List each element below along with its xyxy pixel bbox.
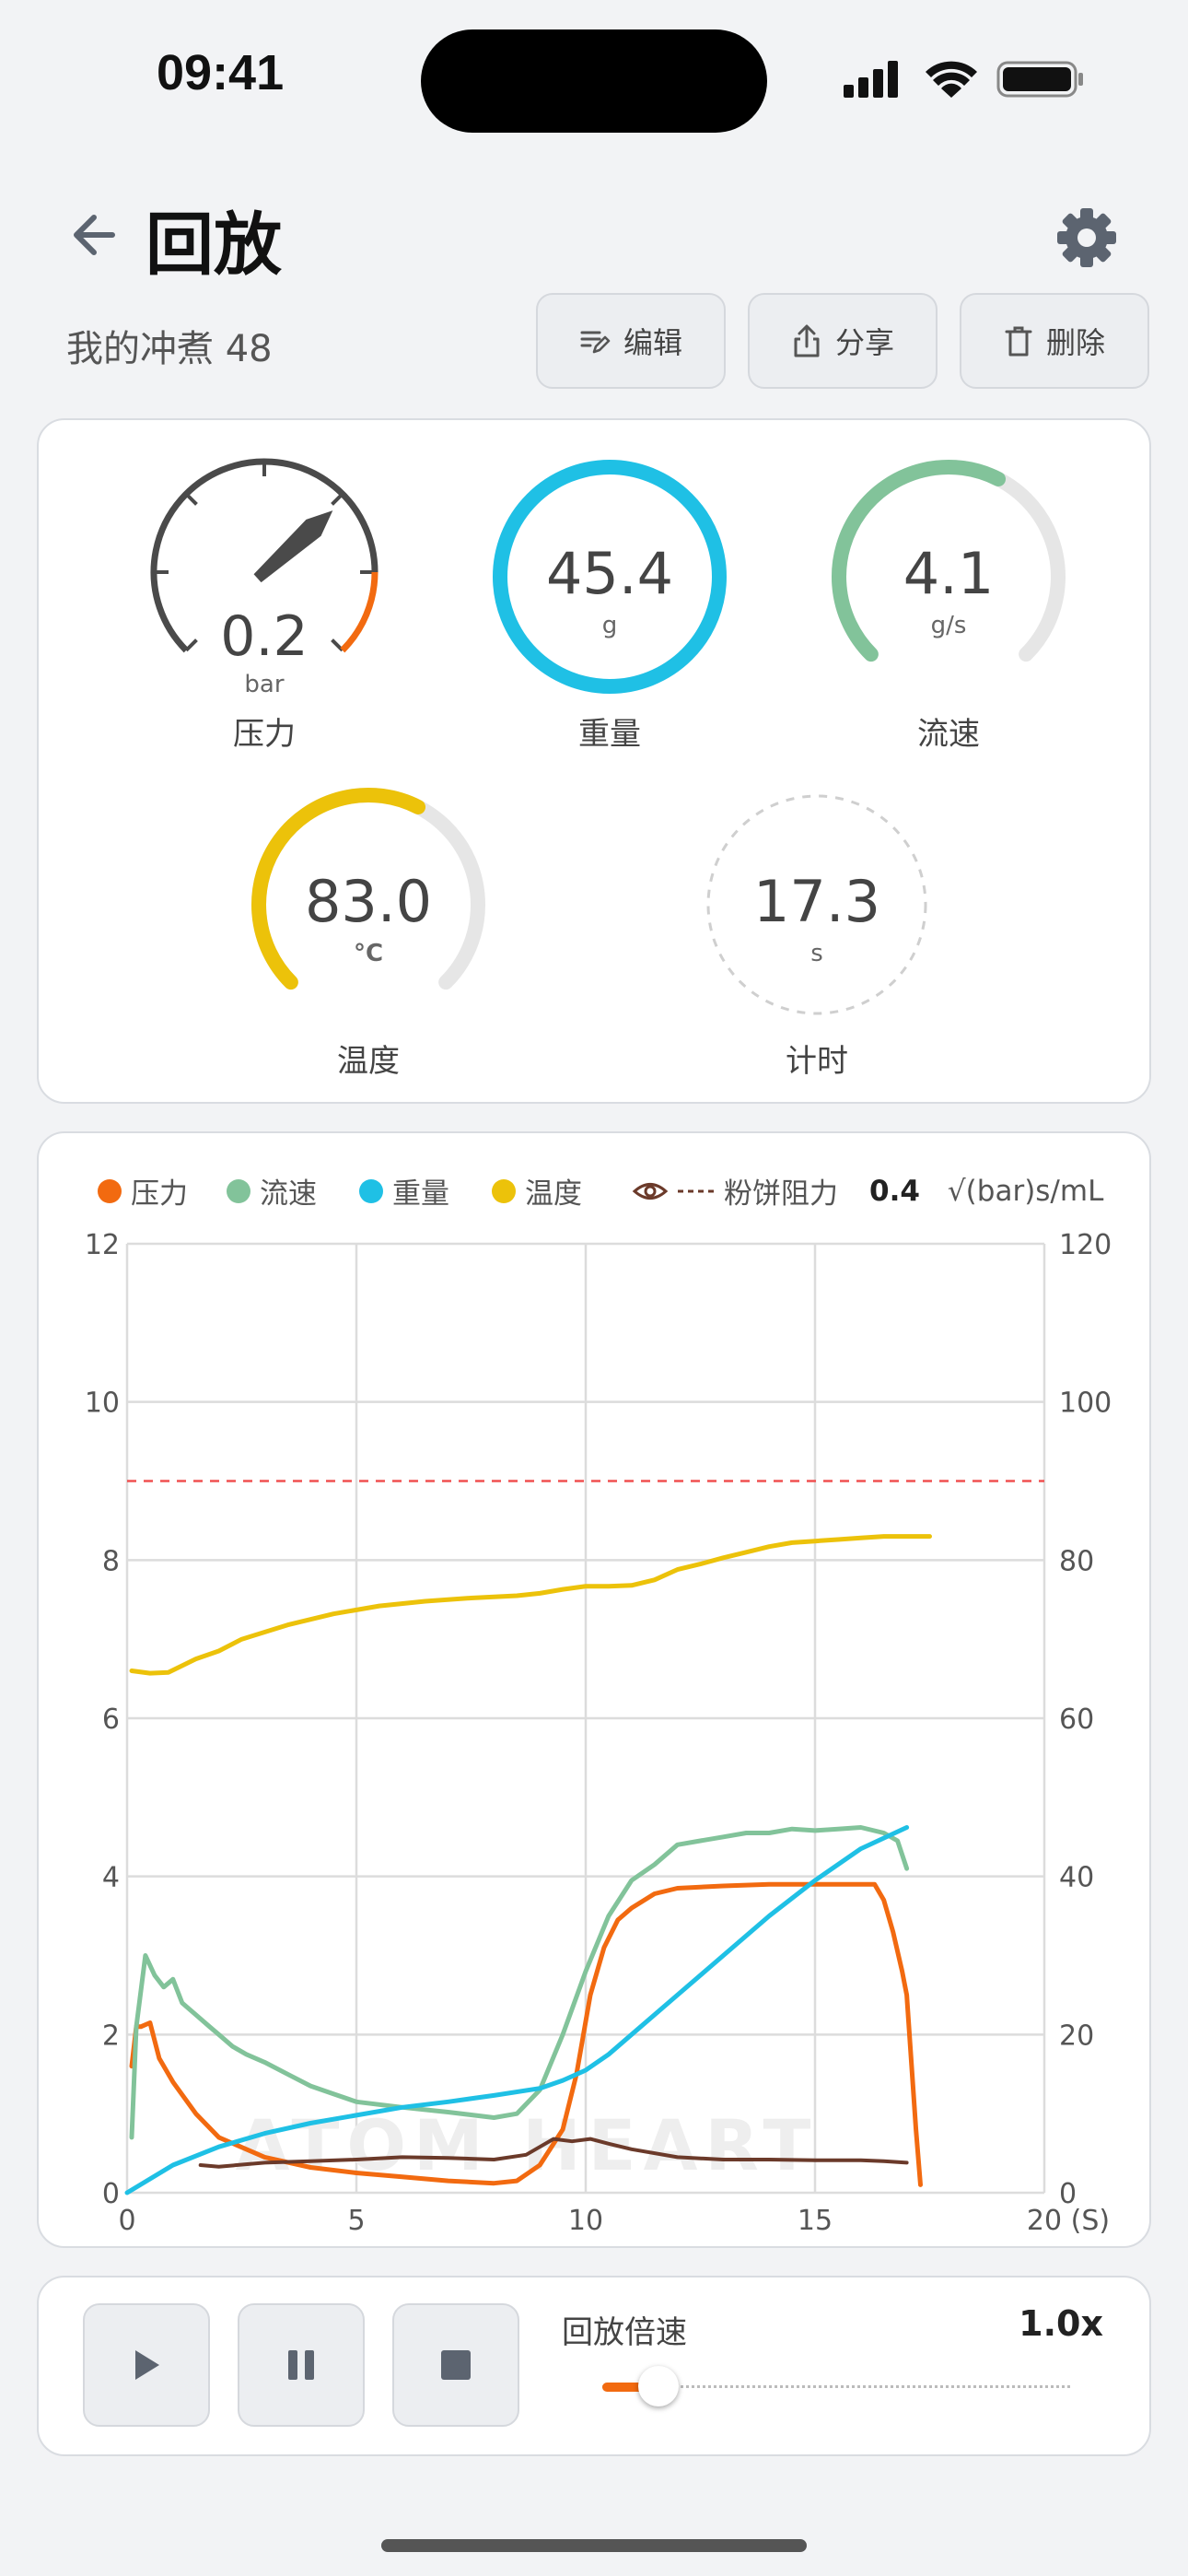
y-left-tick-label: 0 bbox=[102, 2178, 120, 2210]
speed-value: 1.0x bbox=[1019, 2303, 1103, 2344]
flow-label: 流速 bbox=[917, 716, 980, 753]
dynamic-island bbox=[421, 29, 767, 133]
y-left-tick-label: 2 bbox=[102, 2020, 120, 2052]
stop-button[interactable] bbox=[392, 2303, 519, 2427]
y-left-tick-label: 12 bbox=[85, 1229, 120, 1261]
delete-label: 删除 bbox=[1045, 325, 1105, 360]
temperature-value: 83.0 bbox=[304, 868, 433, 935]
back-arrow-icon[interactable] bbox=[64, 203, 129, 267]
trash-icon bbox=[1005, 326, 1032, 357]
timer-unit: s bbox=[810, 940, 823, 967]
status-icons bbox=[844, 61, 1083, 98]
brew-name: 我的冲煮 48 bbox=[66, 328, 273, 370]
brew-action-row: 我的冲煮 48 编辑 分享 删除 bbox=[0, 293, 1188, 394]
chart-card: 压力 流速 重量 温度 粉饼阻力 0.4 √(bar)s/mL ATOM HEA… bbox=[37, 1131, 1151, 2248]
chart-grid bbox=[125, 1242, 1046, 2195]
weight-value: 45.4 bbox=[545, 540, 674, 607]
y-left-tick-label: 4 bbox=[102, 1862, 120, 1894]
edit-button[interactable]: 编辑 bbox=[536, 293, 726, 389]
temperature-unit: °C bbox=[353, 940, 384, 967]
delete-button[interactable]: 删除 bbox=[960, 293, 1149, 389]
temperature-label: 温度 bbox=[337, 1043, 400, 1080]
y-left-tick-label: 10 bbox=[85, 1388, 120, 1420]
y-right-tick-label: 20 bbox=[1059, 2020, 1094, 2052]
pressure-needle bbox=[253, 510, 333, 583]
x-tick-label: 15 bbox=[798, 2205, 833, 2237]
timer-value: 17.3 bbox=[752, 868, 881, 935]
slider-thumb[interactable] bbox=[637, 2366, 679, 2406]
play-button[interactable] bbox=[83, 2303, 210, 2427]
brew-chart: ATOM HEART 0246810120204060801001200 5 10 1… bbox=[85, 1229, 1112, 2237]
battery-icon bbox=[996, 61, 1083, 98]
page-title: 回放 bbox=[146, 205, 282, 285]
share-button[interactable]: 分享 bbox=[748, 293, 938, 389]
edit-label: 编辑 bbox=[623, 325, 682, 360]
x-tick-label: 5 bbox=[347, 2205, 365, 2237]
wifi-icon bbox=[926, 61, 977, 98]
pressure-value: 0.2 bbox=[220, 604, 309, 669]
pressure-unit: bar bbox=[244, 671, 285, 698]
y-right-tick-label: 120 bbox=[1059, 1229, 1112, 1261]
y-left-tick-label: 6 bbox=[102, 1704, 120, 1736]
gauges-card: 0.2 bar 压力 45.4 g 重量 4.1 g/s 流速 83.0 °C … bbox=[37, 418, 1151, 1104]
speed-slider[interactable] bbox=[602, 2366, 1070, 2406]
status-bar: 09:41 bbox=[0, 0, 1188, 157]
gear-icon[interactable] bbox=[1050, 201, 1124, 275]
axis-tick-labels: 0246810120204060801001200 5 10 15 20 (S) bbox=[85, 1229, 1112, 2237]
play-icon bbox=[135, 2350, 159, 2380]
playback-card: 回放倍速 1.0x bbox=[37, 2276, 1151, 2456]
speed-label: 回放倍速 bbox=[562, 2314, 687, 2351]
x-tick-label: 10 bbox=[568, 2205, 603, 2237]
weight-label: 重量 bbox=[578, 716, 641, 753]
y-left-tick-label: 8 bbox=[102, 1545, 120, 1577]
edit-icon bbox=[580, 331, 611, 354]
timer-label: 计时 bbox=[786, 1043, 848, 1080]
y-right-tick-label: 60 bbox=[1059, 1704, 1094, 1736]
series-line-温度 bbox=[129, 1534, 932, 1676]
pressure-label: 压力 bbox=[233, 716, 296, 753]
pause-button[interactable] bbox=[238, 2303, 365, 2427]
pause-icon bbox=[288, 2350, 314, 2380]
weight-unit: g bbox=[601, 612, 618, 639]
y-right-tick-label: 40 bbox=[1059, 1862, 1094, 1894]
y-right-tick-label: 80 bbox=[1059, 1545, 1094, 1577]
flow-unit: g/s bbox=[930, 612, 967, 639]
y-right-tick-label: 100 bbox=[1059, 1388, 1112, 1420]
stop-icon bbox=[441, 2350, 471, 2380]
share-label: 分享 bbox=[834, 325, 894, 360]
x-tick-label: 0 bbox=[118, 2205, 135, 2237]
flow-value: 4.1 bbox=[903, 540, 995, 607]
x-tick-label: 20 (S) bbox=[1027, 2205, 1110, 2237]
header: 回放 bbox=[0, 175, 1188, 295]
home-indicator bbox=[381, 2539, 807, 2552]
signal-icon bbox=[844, 61, 898, 98]
share-icon bbox=[794, 324, 820, 357]
status-time: 09:41 bbox=[157, 45, 285, 100]
